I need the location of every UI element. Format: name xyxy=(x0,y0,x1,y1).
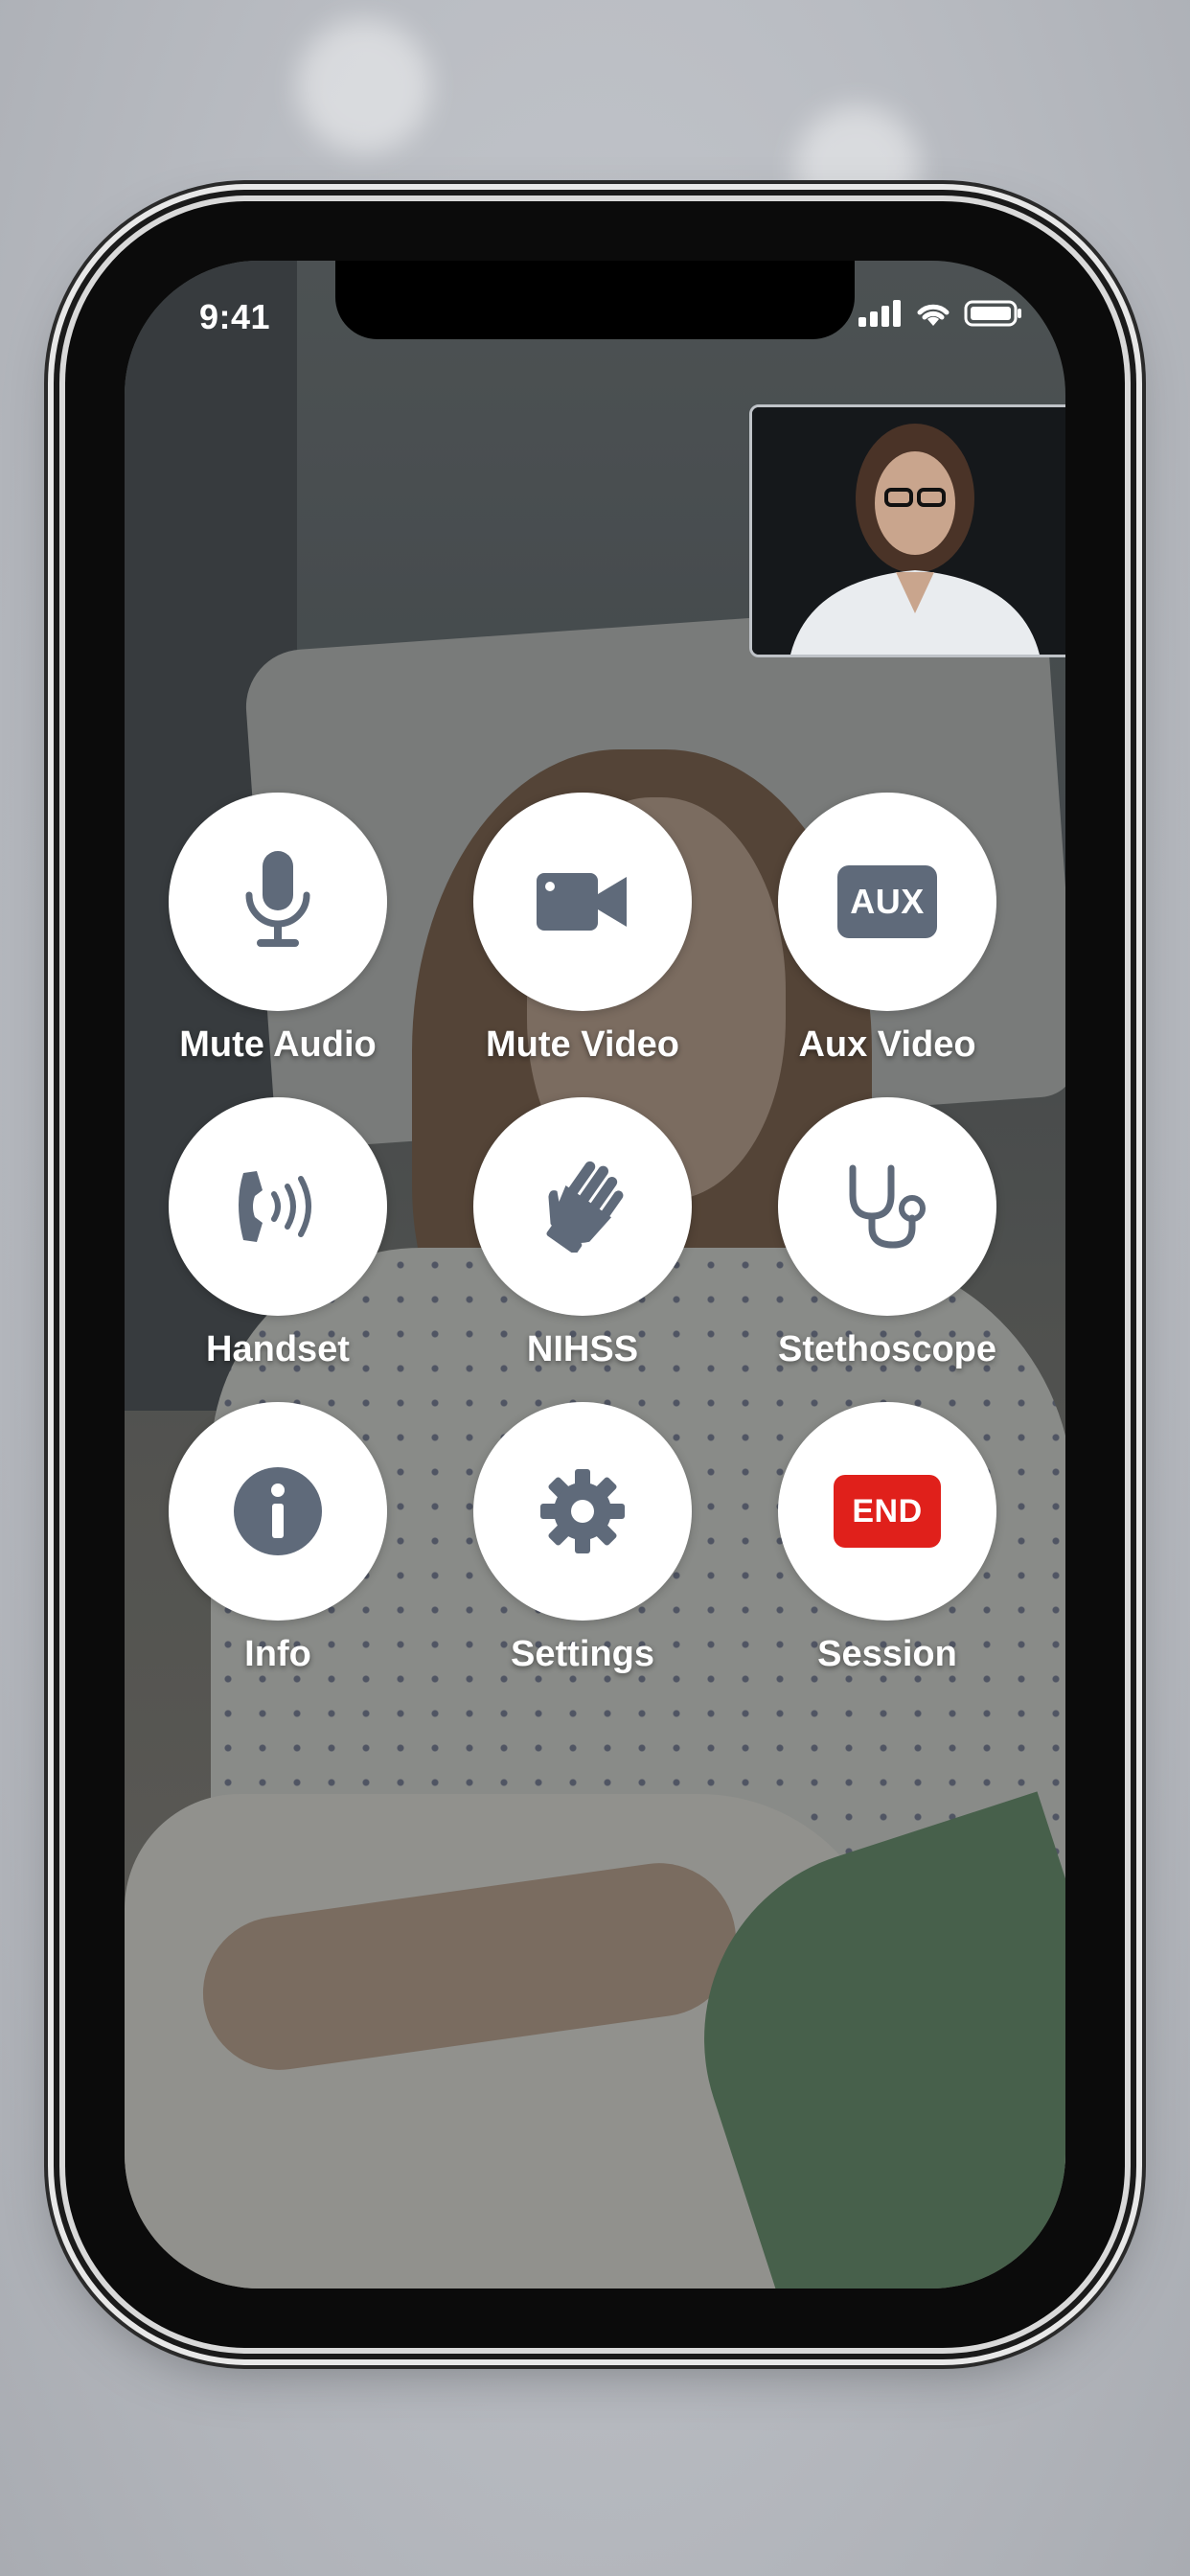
battery-icon xyxy=(964,300,1021,327)
nihss-button[interactable] xyxy=(473,1097,692,1316)
info-label: Info xyxy=(244,1634,311,1674)
mute-audio-button[interactable] xyxy=(169,793,387,1011)
stethoscope-label: Stethoscope xyxy=(777,1329,997,1369)
stethoscope-control: Stethoscope xyxy=(734,1097,1041,1370)
end-session-control: END Session xyxy=(734,1402,1041,1675)
aux-video-label: Aux Video xyxy=(798,1024,976,1065)
aux-icon: AUX xyxy=(837,865,937,938)
end-session-label: Session xyxy=(817,1634,957,1674)
handset-button[interactable] xyxy=(169,1097,387,1316)
stethoscope-icon xyxy=(849,1164,926,1249)
microphone-icon xyxy=(245,851,310,947)
nihss-label: NIHSS xyxy=(526,1329,639,1369)
aux-video-control: AUX Aux Video xyxy=(734,793,1041,1066)
settings-label: Settings xyxy=(511,1634,654,1674)
background-bokeh xyxy=(297,19,431,153)
mute-audio-label: Mute Audio xyxy=(179,1024,377,1065)
gear-icon xyxy=(540,1469,625,1553)
nihss-control: NIHSS xyxy=(429,1097,736,1370)
handset-icon xyxy=(239,1171,311,1242)
settings-control: Settings xyxy=(429,1402,736,1675)
self-view-video[interactable] xyxy=(749,404,1065,657)
video-camera-icon xyxy=(537,873,627,931)
end-icon: END xyxy=(834,1475,941,1548)
info-icon xyxy=(234,1467,322,1555)
mute-video-label: Mute Video xyxy=(486,1024,679,1065)
wifi-icon xyxy=(917,304,950,326)
phone-frame: 9:41 Mute Audio Mute Video AUX Aux Video… xyxy=(65,201,1125,2348)
notch xyxy=(335,261,855,339)
handset-control: Handset xyxy=(125,1097,431,1370)
settings-button[interactable] xyxy=(473,1402,692,1621)
handset-label: Handset xyxy=(206,1329,350,1369)
info-control: Info xyxy=(125,1402,431,1675)
doctor-silhouette xyxy=(752,407,1065,655)
mute-audio-control: Mute Audio xyxy=(125,793,431,1066)
status-time: 9:41 xyxy=(199,297,271,336)
info-button[interactable] xyxy=(169,1402,387,1621)
video-call-screen: 9:41 Mute Audio Mute Video AUX Aux Video… xyxy=(125,261,1065,2288)
glove-hand-icon xyxy=(546,1161,624,1253)
mute-video-button[interactable] xyxy=(473,793,692,1011)
stethoscope-button[interactable] xyxy=(778,1097,996,1316)
end-session-button[interactable]: END xyxy=(778,1402,996,1621)
cellular-signal-icon xyxy=(858,300,901,327)
status-icons xyxy=(858,299,1023,328)
mute-video-control: Mute Video xyxy=(429,793,736,1066)
aux-video-button[interactable]: AUX xyxy=(778,793,996,1011)
